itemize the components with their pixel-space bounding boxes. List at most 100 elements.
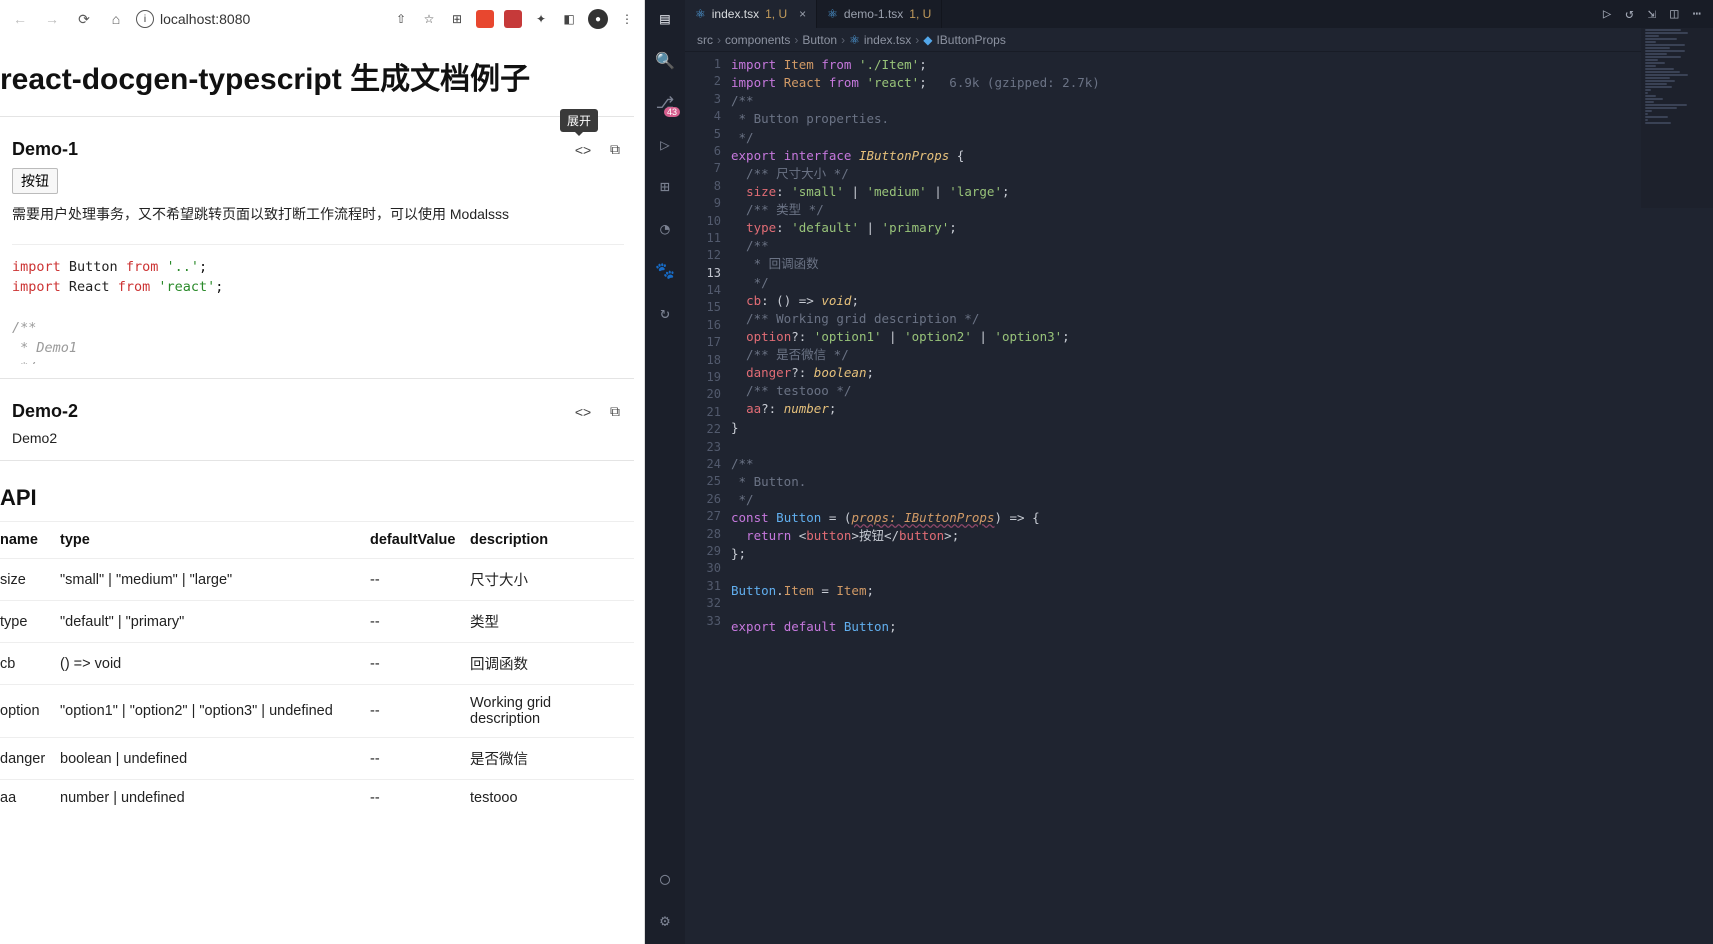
table-cell: option [0, 685, 60, 738]
demo-1-tooltip: 展开 [560, 109, 598, 132]
breadcrumb-item[interactable]: index.tsx [864, 33, 911, 47]
breadcrumbs[interactable]: src › components › Button › ⚛ index.tsx … [685, 28, 1713, 52]
explorer-icon[interactable]: ▤ [653, 6, 677, 30]
tab-filename: index.tsx [712, 7, 759, 21]
table-cell: "option1" | "option2" | "option3" | unde… [60, 685, 370, 738]
table-cell: testooo [470, 780, 634, 817]
run-debug-icon[interactable]: ▷ [653, 132, 677, 156]
extension-red-icon[interactable] [476, 10, 494, 28]
editor-tab[interactable]: ⚛ index.tsx 1, U × [685, 0, 817, 28]
timeline-icon[interactable]: ◔ [653, 216, 677, 240]
reload-icon[interactable]: ⟳ [72, 7, 96, 31]
browser-panel: ← → ⟳ ⌂ i localhost:8080 ⇧ ☆ ⊞ ✦ ◧ ● ⋮ r… [0, 0, 645, 944]
nav-back-icon[interactable]: ← [8, 7, 32, 31]
table-cell: -- [370, 559, 470, 601]
editor-tab[interactable]: ⚛demo-1.tsx1, U [817, 0, 942, 28]
demo-1-button[interactable]: 按钮 [12, 168, 58, 194]
bookmark-icon[interactable]: ☆ [420, 10, 438, 28]
split-editor-icon[interactable]: ◫ [1670, 6, 1678, 22]
demo-1-copy-icon[interactable]: ⧉ [606, 141, 624, 159]
source-control-icon[interactable]: ⎇ 43 [653, 90, 677, 114]
api-header-default: defaultValue [370, 522, 470, 559]
extension-darkred-icon[interactable] [504, 10, 522, 28]
line-gutter: 1234567891011121314151617181920212223242… [685, 52, 731, 944]
table-cell: cb [0, 643, 60, 685]
api-header-name: name [0, 522, 60, 559]
api-header-row: name type defaultValue description [0, 522, 634, 559]
table-cell: number | undefined [60, 780, 370, 817]
editor-area[interactable]: 1234567891011121314151617181920212223242… [685, 52, 1713, 944]
table-cell: 回调函数 [470, 643, 634, 685]
qr-icon[interactable]: ⊞ [448, 10, 466, 28]
table-cell: size [0, 559, 60, 601]
code-content[interactable]: import Item from './Item';import React f… [731, 52, 1713, 944]
table-cell: -- [370, 643, 470, 685]
gear-icon[interactable]: ⚙ [653, 908, 677, 932]
table-cell: -- [370, 738, 470, 780]
browser-toolbar: ← → ⟳ ⌂ i localhost:8080 ⇧ ☆ ⊞ ✦ ◧ ● ⋮ [0, 0, 644, 38]
search-icon[interactable]: 🔍 [653, 48, 677, 72]
page-content: react-docgen-typescript 生成文档例子 展开 Demo-1… [0, 38, 644, 944]
history-icon[interactable]: ↺ [1625, 6, 1633, 22]
extensions-panel-icon[interactable]: ⊞ [653, 174, 677, 198]
tab-status: 1, U [909, 7, 931, 21]
run-icon[interactable]: ▷ [1603, 6, 1611, 22]
table-cell: 尺寸大小 [470, 559, 634, 601]
table-cell: "default" | "primary" [60, 601, 370, 643]
home-icon[interactable]: ⌂ [104, 7, 128, 31]
breadcrumb-item[interactable]: Button [802, 33, 837, 47]
browser-menu-icon[interactable]: ⋮ [618, 10, 636, 28]
demo-2-copy-icon[interactable]: ⧉ [606, 403, 624, 421]
table-cell: () => void [60, 643, 370, 685]
table-cell: -- [370, 685, 470, 738]
extensions-icon[interactable]: ✦ [532, 10, 550, 28]
table-row: cb() => void--回调函数 [0, 643, 634, 685]
table-row: aanumber | undefined--testooo [0, 780, 634, 817]
nav-forward-icon[interactable]: → [40, 7, 64, 31]
page-title: react-docgen-typescript 生成文档例子 [0, 48, 634, 117]
table-row: option"option1" | "option2" | "option3" … [0, 685, 634, 738]
address-bar[interactable]: i localhost:8080 [136, 10, 384, 28]
editor-tab-actions: ▷ ↺ ⇲ ◫ ⋯ [1603, 0, 1713, 28]
demo-2-title: Demo-2 [12, 401, 78, 422]
demo-2-section: Demo-2 <> ⧉ Demo2 [0, 389, 634, 461]
tab-filename: demo-1.tsx [844, 7, 903, 21]
table-cell: aa [0, 780, 60, 817]
table-cell: "small" | "medium" | "large" [60, 559, 370, 601]
demo-2-code-icon[interactable]: <> [574, 403, 592, 421]
tab-status: 1, U [765, 7, 787, 21]
account-icon[interactable]: ◯ [653, 866, 677, 890]
demo-1-section: 展开 Demo-1 <> ⧉ 按钮 需要用户处理事务，又不希望跳转页面以致打断工… [0, 127, 634, 379]
sync-icon[interactable]: ↻ [653, 300, 677, 324]
api-table: name type defaultValue description size"… [0, 521, 634, 816]
table-cell: 是否微信 [470, 738, 634, 780]
table-cell: -- [370, 601, 470, 643]
split-down-icon[interactable]: ⇲ [1648, 6, 1656, 22]
breadcrumb-symbol[interactable]: IButtonProps [936, 33, 1005, 47]
table-cell: type [0, 601, 60, 643]
demo-2-body: Demo2 [12, 430, 624, 446]
table-cell: -- [370, 780, 470, 817]
source-control-badge: 43 [664, 107, 680, 117]
toolbar-right: ⇧ ☆ ⊞ ✦ ◧ ● ⋮ [392, 9, 636, 29]
sidebar-toggle-icon[interactable]: ◧ [560, 10, 578, 28]
react-file-icon: ⚛ [695, 7, 706, 21]
minimap[interactable] [1641, 28, 1713, 208]
pets-icon[interactable]: 🐾 [653, 258, 677, 282]
url-text: localhost:8080 [160, 11, 250, 27]
table-cell: boolean | undefined [60, 738, 370, 780]
demo-1-title: Demo-1 [12, 139, 78, 160]
table-row: size"small" | "medium" | "large"--尺寸大小 [0, 559, 634, 601]
share-icon[interactable]: ⇧ [392, 10, 410, 28]
table-cell: 类型 [470, 601, 634, 643]
vscode-panel: ▤ 🔍 ⎇ 43 ▷ ⊞ ◔ 🐾 ↻ ◯ ⚙ ⚛ index.tsx 1, U ×⚛ d… [645, 0, 1713, 944]
site-info-icon[interactable]: i [136, 10, 154, 28]
breadcrumb-item[interactable]: src [697, 33, 713, 47]
breadcrumb-item[interactable]: components [725, 33, 790, 47]
demo-1-description: 需要用户处理事务，又不希望跳转页面以致打断工作流程时，可以使用 Modalsss [12, 204, 624, 224]
more-icon[interactable]: ⋯ [1693, 6, 1701, 22]
profile-avatar-icon[interactable]: ● [588, 9, 608, 29]
close-icon[interactable]: × [799, 7, 806, 21]
demo-1-code-icon[interactable]: <> [574, 141, 592, 159]
api-header-type: type [60, 522, 370, 559]
